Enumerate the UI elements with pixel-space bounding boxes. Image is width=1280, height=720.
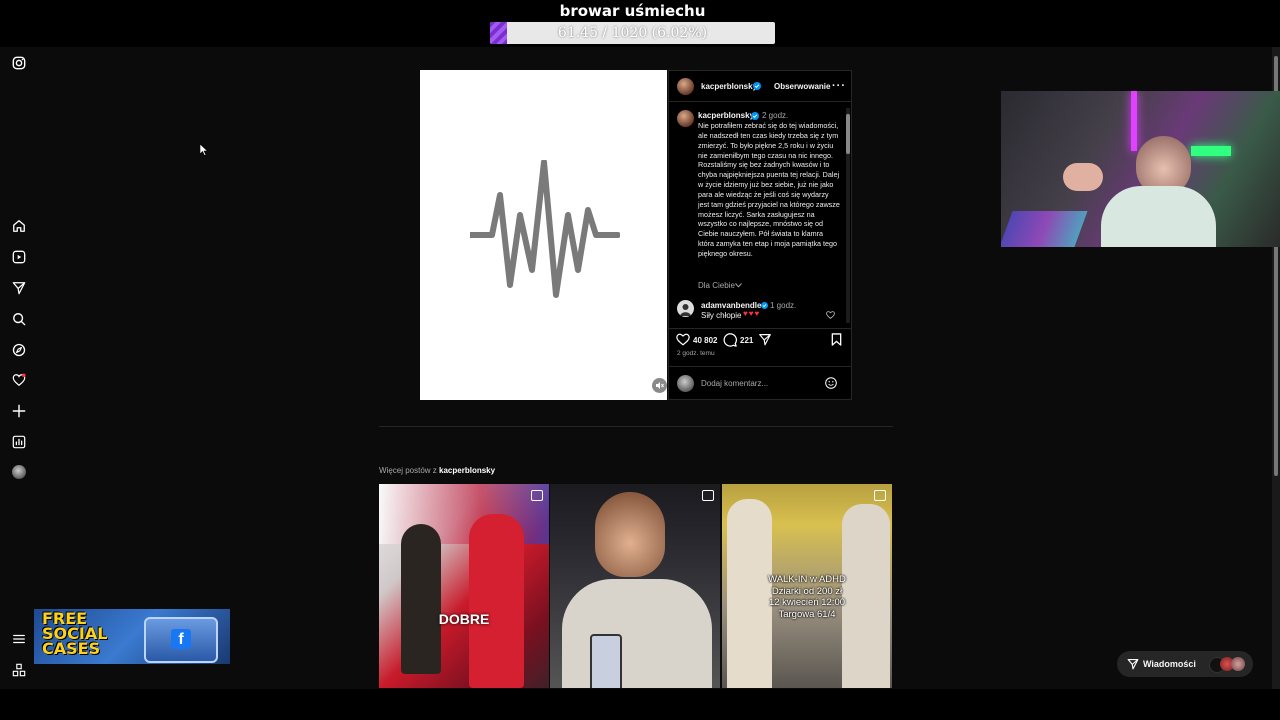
ad-text: FREE SOCIAL CASES <box>42 611 107 658</box>
caption-text: Nie potrafiłem zebrać się do tej wiadomo… <box>698 121 840 258</box>
reel-icon <box>531 490 543 501</box>
post-thumbnail-1[interactable]: DOBRE <box>379 484 549 688</box>
post-author-username[interactable]: kacperblonsky <box>701 82 757 92</box>
posted-time-ago: 2 godz. temu <box>677 350 715 357</box>
header-divider <box>668 101 852 102</box>
messages-label: Wiadomości <box>1143 659 1196 669</box>
overlay-line: Dziarki od 200 zł <box>771 585 843 597</box>
keyboard-rgb <box>1001 211 1088 247</box>
ad-line-3: CASES <box>42 639 101 658</box>
menu-icon[interactable] <box>11 631 27 647</box>
verified-badge-icon <box>753 82 761 90</box>
actions-divider <box>668 328 852 329</box>
home-icon[interactable] <box>11 218 27 234</box>
person-figure <box>401 524 441 674</box>
dashboard-icon[interactable] <box>11 434 27 450</box>
comments-scrollbar-thumb[interactable] <box>846 114 850 154</box>
reels-icon[interactable] <box>11 249 27 265</box>
caption-avatar[interactable] <box>677 110 694 127</box>
overlay-line: 12 kwiecień 12:00 <box>768 597 846 608</box>
more-posts-heading: Więcej postów z kacperblonsky <box>379 466 495 475</box>
following-button[interactable]: Obserwowanie <box>774 82 830 92</box>
current-user-avatar <box>677 375 694 392</box>
messages-icon <box>1127 658 1139 670</box>
for-you-label[interactable]: Dla Ciebie <box>698 281 735 291</box>
free-social-cases-banner: FREE SOCIAL CASES f <box>34 609 230 664</box>
phone-in-hand <box>590 634 622 688</box>
reel-icon <box>702 490 714 501</box>
post-thumbnail-3[interactable]: WALK-IN w ADHD Dziarki od 200 zł 12 kwie… <box>722 484 892 688</box>
instagram-icon[interactable] <box>11 55 27 71</box>
like-comment-icon[interactable] <box>826 311 835 319</box>
comment-count: 221 <box>740 336 754 345</box>
explore-icon[interactable] <box>11 342 27 358</box>
create-icon[interactable] <box>11 403 27 419</box>
post-media-audio[interactable] <box>420 70 667 400</box>
comment-hearts-emoji: ♥♥♥ <box>743 309 761 318</box>
section-divider <box>379 426 893 427</box>
thumbnail-1-overlay-text: DOBRE <box>438 611 490 627</box>
streamer-hand <box>1063 163 1103 191</box>
profile-avatar[interactable] <box>11 464 27 480</box>
mouse-cursor-icon <box>200 144 208 156</box>
like-icon[interactable] <box>676 333 690 346</box>
stream-goal-title: browar uśmiechu <box>559 2 706 20</box>
author-avatar[interactable] <box>677 78 694 95</box>
verified-badge-icon <box>761 302 768 309</box>
streamer-webcam <box>1001 91 1280 247</box>
more-options-icon[interactable]: ··· <box>832 80 846 92</box>
overlay-line: WALK-IN w ADHD <box>768 574 846 585</box>
verified-badge-icon <box>751 112 759 120</box>
reel-icon <box>874 490 886 501</box>
post-thumbnail-2[interactable] <box>550 484 720 688</box>
add-comment-input[interactable]: Dodaj komentarz... <box>701 379 768 389</box>
person-figure <box>469 514 524 688</box>
messages-button[interactable]: Wiadomości <box>1117 651 1253 677</box>
save-bookmark-icon[interactable] <box>831 333 842 346</box>
search-icon[interactable] <box>11 311 27 327</box>
comment-timestamp: 1 godz. <box>770 301 797 310</box>
mute-button[interactable] <box>652 378 667 393</box>
person-shirt <box>562 579 712 688</box>
caption-timestamp: 2 godz. <box>762 111 789 120</box>
overlay-line: Targowa 61/4 <box>778 608 836 620</box>
streamer-shirt <box>1101 186 1216 247</box>
like-count: 40 802 <box>693 336 718 345</box>
stream-goal-progress-text: 61.45 / 1020 (6.02%) <box>557 25 708 41</box>
conversation-avatar <box>1231 657 1245 671</box>
emoji-icon[interactable] <box>825 377 837 389</box>
more-posts-username[interactable]: kacperblonsky <box>439 466 495 475</box>
thumbnail-3-overlay-text: WALK-IN w ADHD Dziarki od 200 zł 12 kwie… <box>722 574 892 620</box>
share-icon[interactable] <box>758 333 772 346</box>
messages-icon[interactable] <box>11 280 27 296</box>
stream-goal-progress-bar: 61.45 / 1020 (6.02%) <box>490 22 775 44</box>
commenter-avatar[interactable] <box>677 300 694 317</box>
case-chest-image: f <box>144 617 218 663</box>
notifications-icon[interactable] <box>11 372 27 388</box>
audio-waveform-icon <box>470 160 620 298</box>
speaker-muted-icon <box>656 382 664 389</box>
comment-input-divider <box>668 366 852 367</box>
more-posts-prefix: Więcej postów z <box>379 466 437 475</box>
facebook-logo-icon: f <box>171 629 191 649</box>
more-icon[interactable] <box>11 662 27 678</box>
person-face <box>595 492 665 577</box>
chevron-down-icon <box>735 283 742 288</box>
comment-icon[interactable] <box>723 333 737 347</box>
comment-text: Siły chłopie <box>701 311 742 320</box>
caption-username[interactable]: kacperblonsky <box>698 111 754 121</box>
